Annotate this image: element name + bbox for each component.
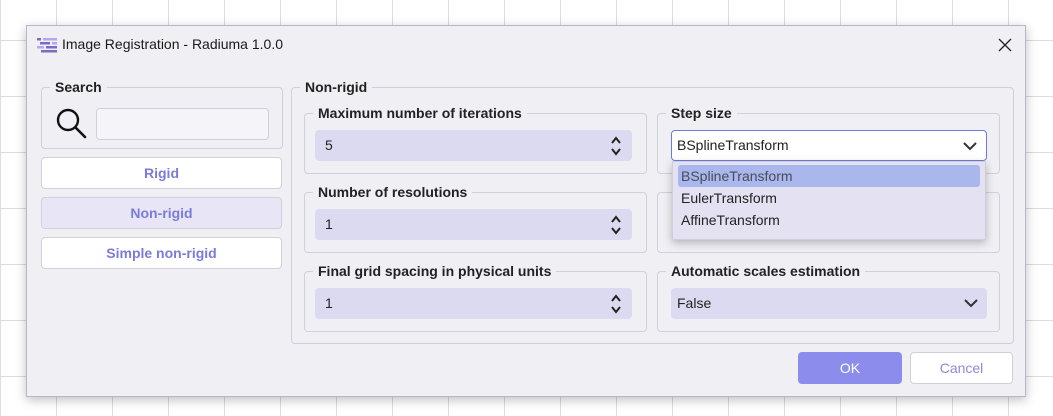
nav-button-label: Non-rigid — [130, 205, 193, 221]
step-size-label: Step size — [666, 105, 737, 121]
grid-spacing-group: Final grid spacing in physical units 1 — [304, 263, 647, 332]
window-title: Image Registration - Radiuma 1.0.0 — [62, 36, 283, 52]
max-iterations-group: Maximum number of iterations 5 — [304, 105, 647, 174]
grid-spacing-label: Final grid spacing in physical units — [313, 263, 557, 279]
chevron-down-icon — [964, 299, 978, 308]
nav-button-simple-non-rigid[interactable]: Simple non-rigid — [41, 237, 282, 269]
max-iterations-value: 5 — [325, 137, 333, 153]
ok-button[interactable]: OK — [798, 352, 902, 384]
auto-scales-value: False — [677, 295, 712, 311]
auto-scales-label: Automatic scales estimation — [666, 263, 866, 279]
cancel-button[interactable]: Cancel — [910, 352, 1013, 384]
cancel-button-label: Cancel — [939, 360, 984, 376]
dropdown-option-euler[interactable]: EulerTransform — [678, 187, 980, 209]
auto-scales-combobox[interactable]: False — [671, 288, 987, 319]
close-button[interactable] — [991, 32, 1019, 58]
max-iterations-spinbox[interactable]: 5 — [315, 130, 632, 161]
spin-arrows-icon[interactable] — [610, 293, 622, 315]
close-icon — [998, 38, 1012, 52]
auto-scales-group: Automatic scales estimation False — [657, 263, 1000, 332]
grid-spacing-spinbox[interactable]: 1 — [315, 288, 632, 319]
grid-spacing-value: 1 — [325, 295, 333, 311]
max-iterations-label: Maximum number of iterations — [313, 105, 527, 121]
spin-arrows-icon[interactable] — [610, 135, 622, 157]
ok-button-label: OK — [839, 360, 861, 376]
search-input[interactable] — [96, 108, 269, 140]
non-rigid-panel-title: Non-rigid — [300, 79, 373, 95]
dropdown-option-bspline[interactable]: BSplineTransform — [678, 165, 980, 187]
resolutions-group: Number of resolutions 1 — [304, 184, 647, 253]
search-group: Search — [41, 79, 283, 149]
nav-button-rigid[interactable]: Rigid — [41, 157, 282, 189]
title-bar[interactable]: Image Registration - Radiuma 1.0.0 — [27, 26, 1025, 64]
chevron-down-icon — [963, 142, 977, 151]
search-icon — [56, 108, 87, 139]
step-size-value: BSplineTransform — [677, 137, 789, 153]
search-group-title: Search — [50, 79, 107, 95]
step-size-dropdown-list: BSplineTransform EulerTransform AffineTr… — [672, 161, 986, 240]
nav-button-non-rigid[interactable]: Non-rigid — [41, 197, 282, 229]
step-size-combobox[interactable]: BSplineTransform — [671, 130, 987, 161]
resolutions-spinbox[interactable]: 1 — [315, 209, 632, 240]
nav-button-label: Rigid — [144, 165, 179, 181]
dropdown-option-affine[interactable]: AffineTransform — [678, 209, 980, 231]
resolutions-value: 1 — [325, 216, 333, 232]
spin-arrows-icon[interactable] — [610, 214, 622, 236]
resolutions-label: Number of resolutions — [313, 184, 473, 200]
nav-button-label: Simple non-rigid — [106, 245, 217, 261]
radiuma-app-icon — [37, 38, 57, 53]
